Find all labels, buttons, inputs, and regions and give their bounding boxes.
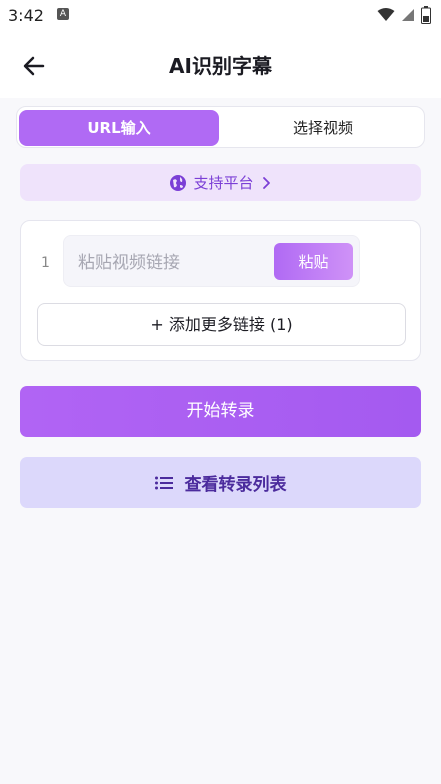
supported-platforms-button[interactable]: 支持平台	[20, 164, 421, 201]
input-mode-tabs: URL输入 选择视频	[16, 106, 425, 148]
tab-url-input[interactable]: URL输入	[19, 110, 219, 146]
globe-icon	[170, 174, 187, 191]
paste-button[interactable]: 粘贴	[274, 243, 353, 280]
tab-select-video[interactable]: 选择视频	[223, 110, 423, 146]
view-transcription-list-button[interactable]: 查看转录列表	[20, 457, 421, 508]
notification-icon: A	[57, 8, 69, 20]
link-input-card: 1 粘贴 + 添加更多链接 (1)	[20, 220, 421, 361]
app-bar: AI识别字幕	[0, 32, 441, 98]
url-input-container: 粘贴	[63, 235, 360, 287]
list-icon	[154, 476, 173, 489]
main-content: URL输入 选择视频 支持平台 1 粘贴 + 添加更多链接 (1) 开始转录 查	[0, 98, 441, 784]
page-title: AI识别字幕	[169, 54, 272, 78]
status-time: 3:42	[8, 6, 44, 25]
view-transcription-list-label: 查看转录列表	[184, 475, 287, 495]
status-bar: 3:42 A	[0, 0, 441, 32]
battery-icon	[421, 6, 431, 24]
signal-icon	[402, 9, 414, 21]
add-more-links-button[interactable]: + 添加更多链接 (1)	[37, 303, 406, 346]
status-icons	[377, 6, 431, 24]
wifi-icon	[377, 8, 395, 21]
start-transcribe-button[interactable]: 开始转录	[20, 386, 421, 437]
url-input[interactable]	[76, 248, 270, 278]
link-index: 1	[41, 255, 50, 271]
chevron-right-icon	[262, 176, 270, 189]
supported-platforms-label: 支持平台	[193, 174, 254, 192]
